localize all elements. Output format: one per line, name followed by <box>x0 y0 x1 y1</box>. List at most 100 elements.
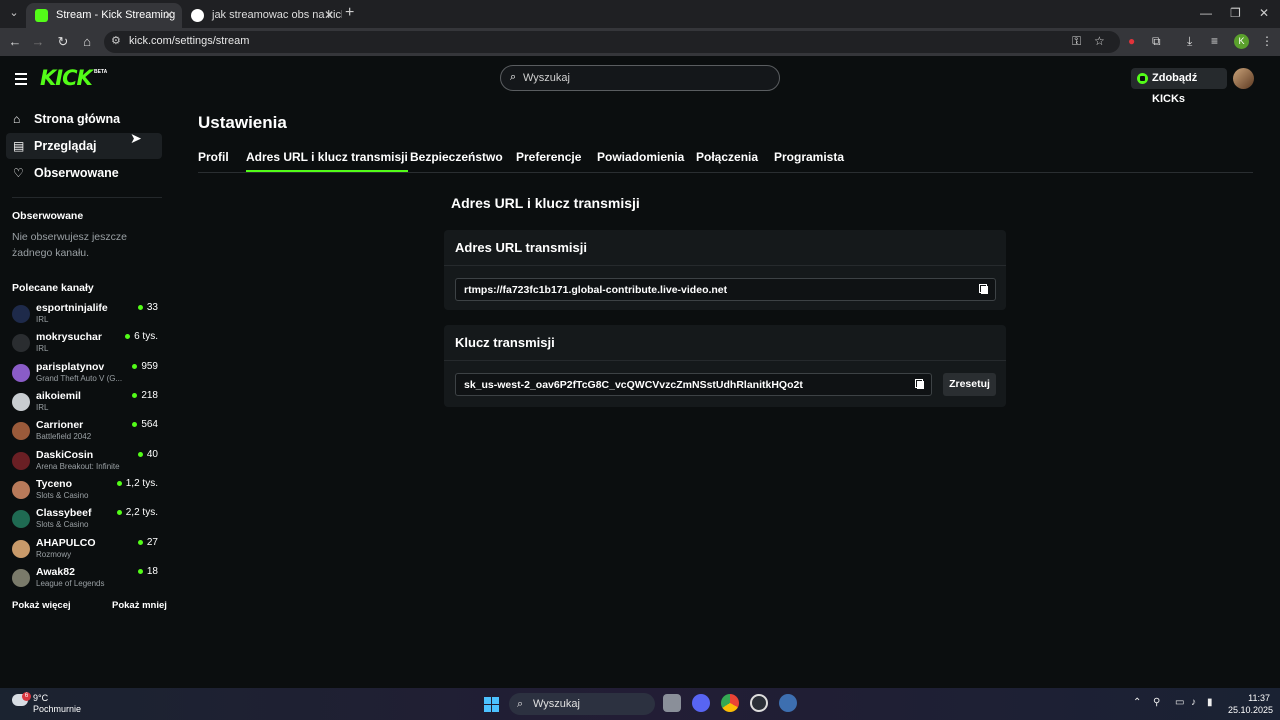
discord-icon[interactable] <box>692 694 710 712</box>
profile-avatar[interactable]: K <box>1234 34 1249 49</box>
reload-icon[interactable]: ↻ <box>55 34 71 50</box>
chrome-icon[interactable] <box>721 694 739 712</box>
password-key-icon[interactable]: ⚿ <box>1072 34 1081 49</box>
windows-start-icon[interactable] <box>484 697 499 712</box>
close-window-icon[interactable]: ✕ <box>1259 6 1269 20</box>
user-avatar[interactable] <box>1233 68 1254 89</box>
tab-notifications[interactable]: Powiadomienia <box>597 150 684 172</box>
tab-developer[interactable]: Programista <box>774 150 844 172</box>
forward-arrow-icon[interactable]: → <box>30 34 46 49</box>
channel-name: Carrioner <box>36 419 84 431</box>
search-bar[interactable]: ⌕ <box>500 65 780 91</box>
close-tab-icon[interactable]: ✕ <box>324 3 334 28</box>
stream-key-heading: Klucz transmisji <box>444 325 1006 361</box>
search-input[interactable] <box>523 70 763 86</box>
media-control-icon[interactable]: ≡ <box>1211 34 1218 48</box>
tab-connections[interactable]: Połączenia <box>696 150 758 172</box>
tray-battery-icon[interactable]: ▮ <box>1207 697 1213 708</box>
channel-avatar <box>12 422 30 440</box>
browser-tab-google[interactable]: jak streamowac obs na kick - Sz ✕ <box>182 3 342 28</box>
channel-item[interactable]: DaskiCosin Arena Breakout: Infinite 40 <box>12 448 162 476</box>
channel-viewers: 33 <box>137 302 158 313</box>
channel-category: IRL <box>36 315 49 324</box>
sidebar-divider <box>12 197 162 198</box>
channel-item[interactable]: parisplatynov Grand Theft Auto V (G... 9… <box>12 360 162 388</box>
minimize-icon[interactable]: — <box>1200 6 1212 20</box>
channel-category: Slots & Casino <box>36 520 89 529</box>
weather-condition: Pochmurnie <box>33 704 82 714</box>
site-info-icon[interactable]: ⚙ <box>111 34 121 47</box>
sidebar-item-following[interactable]: ♡ Obserwowane <box>6 160 162 186</box>
stream-key-card: Klucz transmisji Zresetuj <box>444 325 1006 407</box>
copy-icon[interactable] <box>979 284 989 295</box>
channel-item[interactable]: AHAPULCO Rozmowy 27 <box>12 536 162 564</box>
channel-category: Arena Breakout: Infinite <box>36 462 120 471</box>
get-kicks-button[interactable]: Zdobądź KICKs <box>1131 68 1227 105</box>
channel-category: IRL <box>36 344 49 353</box>
tab-profile[interactable]: Profil <box>198 150 229 172</box>
google-favicon-icon <box>191 9 204 22</box>
channel-item[interactable]: mokrysuchar IRL 6 tys. <box>12 330 162 358</box>
channel-name: Classybeef <box>36 507 92 519</box>
show-less-link[interactable]: Pokaż mniej <box>112 600 167 611</box>
tab-security[interactable]: Bezpieczeństwo <box>410 150 503 172</box>
settings-tabs: Profil Adres URL i klucz transmisji Bezp… <box>198 146 1253 173</box>
obs-icon[interactable] <box>750 694 768 712</box>
channel-category: Battlefield 2042 <box>36 432 92 441</box>
stream-url-card: Adres URL transmisji <box>444 230 1006 310</box>
restore-icon[interactable]: ❐ <box>1230 6 1241 20</box>
recommended-heading: Polecane kanały <box>12 282 94 294</box>
tray-chevron-icon[interactable]: ⌃ <box>1133 697 1141 708</box>
taskbar-search-label: Wyszukaj <box>533 698 580 710</box>
channel-viewers: 959 <box>132 361 158 372</box>
close-tab-icon[interactable]: ✕ <box>164 3 174 28</box>
file-explorer-icon[interactable] <box>663 694 681 712</box>
new-tab-plus-icon[interactable]: + <box>345 4 354 22</box>
stream-key-input[interactable] <box>464 378 904 392</box>
browser-tab-title: jak streamowac obs na kick - Sz <box>212 9 342 21</box>
channel-category: League of Legends <box>36 579 105 588</box>
settings-gear-icon[interactable] <box>779 694 797 712</box>
channel-category: Grand Theft Auto V (G... <box>36 374 123 383</box>
channel-item[interactable]: aikoiemil IRL 218 <box>12 389 162 417</box>
tab-search-chevron-icon[interactable]: ⌄ <box>6 5 22 21</box>
channel-name: mokrysuchar <box>36 331 102 343</box>
taskbar-clock[interactable]: 11:37 25.10.2025 <box>1228 692 1274 716</box>
channel-item[interactable]: esportninjalife IRL 33 <box>12 301 162 329</box>
sidebar-item-home[interactable]: ⌂ Strona główna <box>6 106 162 132</box>
show-more-link[interactable]: Pokaż więcej <box>12 600 71 611</box>
hamburger-menu-icon[interactable] <box>15 73 27 88</box>
channel-item[interactable]: Carrioner Battlefield 2042 564 <box>12 418 162 446</box>
browser-tab-kick[interactable]: Stream - Kick Streaming ✕ <box>26 3 182 28</box>
reset-key-button[interactable]: Zresetuj <box>943 373 996 396</box>
home-button-icon[interactable]: ⌂ <box>79 34 95 49</box>
bookmark-star-icon[interactable]: ☆ <box>1094 34 1105 48</box>
kick-logo[interactable]: KICK <box>40 66 93 90</box>
channel-viewers: 1,2 tys. <box>116 478 158 489</box>
section-title: Adres URL i klucz transmisji <box>451 195 640 211</box>
tray-volume-icon[interactable]: ♪ <box>1191 697 1196 708</box>
copy-icon[interactable] <box>915 379 925 390</box>
channel-item[interactable]: Classybeef Slots & Casino 2,2 tys. <box>12 506 162 534</box>
browser-tab-strip: ⌄ Stream - Kick Streaming ✕ jak streamow… <box>0 0 1280 28</box>
tab-preferences[interactable]: Preferencje <box>516 150 581 172</box>
extension-red-icon[interactable]: ● <box>1128 34 1135 48</box>
clock-date: 25.10.2025 <box>1228 705 1274 715</box>
channel-viewers: 218 <box>132 390 158 401</box>
menu-dots-icon[interactable]: ⋮ <box>1261 34 1273 48</box>
tray-wifi-icon[interactable]: ▭ <box>1175 697 1184 708</box>
browser-toolbar: ← → ↻ ⌂ ⚙ kick.com/settings/stream ⚿ ☆ ●… <box>0 28 1280 56</box>
stream-url-input[interactable] <box>464 283 964 297</box>
channel-item[interactable]: Tyceno Slots & Casino 1,2 tys. <box>12 477 162 505</box>
tray-network-icon[interactable]: ⚲ <box>1153 697 1160 708</box>
taskbar-search[interactable]: ⌕ Wyszukaj <box>509 693 655 715</box>
browser-tab-title: Stream - Kick Streaming <box>56 9 176 21</box>
channel-avatar <box>12 305 30 323</box>
download-icon[interactable]: ⤓ <box>1187 34 1192 49</box>
channel-item[interactable]: Awak82 League of Legends 18 <box>12 565 162 593</box>
address-bar[interactable]: ⚙ kick.com/settings/stream ⚿ ☆ <box>104 31 1120 53</box>
tab-stream-key[interactable]: Adres URL i klucz transmisji <box>246 150 408 172</box>
channel-avatar <box>12 481 30 499</box>
back-arrow-icon[interactable]: ← <box>7 34 23 49</box>
extensions-puzzle-icon[interactable]: ⧉ <box>1152 34 1161 49</box>
